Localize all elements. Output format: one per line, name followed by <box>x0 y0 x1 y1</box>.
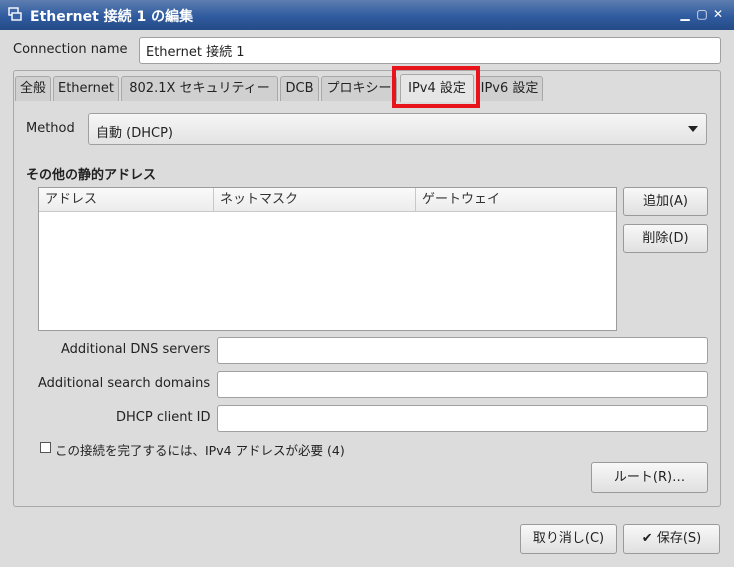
dhcp-client-id-field[interactable] <box>217 405 708 432</box>
maximize-icon[interactable]: ▢ <box>696 8 708 20</box>
method-label: Method <box>26 121 75 136</box>
network-connection-icon <box>8 7 22 21</box>
window-title: Ethernet 接続 1 の編集 <box>30 9 194 25</box>
connection-name-label: Connection name <box>13 42 128 57</box>
close-icon[interactable]: ✕ <box>712 8 724 20</box>
tab-general[interactable]: 全般 <box>15 76 51 101</box>
require-ipv4-label[interactable]: この接続を完了するには、IPv4 アドレスが必要 (4) <box>55 440 345 459</box>
titlebar[interactable]: Ethernet 接続 1 の編集 ▁ ▢ ✕ <box>0 0 734 30</box>
method-value: 自動 (DHCP) <box>96 126 173 141</box>
require-ipv4-checkbox[interactable] <box>40 442 51 453</box>
add-button[interactable]: 追加(A) <box>623 187 708 216</box>
cancel-button[interactable]: 取り消し(C) <box>520 524 617 554</box>
checkmark-icon: ✔ <box>641 531 653 546</box>
address-table[interactable]: アドレス ネットマスク ゲートウェイ <box>38 187 617 331</box>
routes-button[interactable]: ルート(R)… <box>591 462 708 493</box>
connection-name-field[interactable] <box>139 37 721 64</box>
tab-dcb[interactable]: DCB <box>280 76 319 101</box>
column-header-address[interactable]: アドレス <box>39 188 214 212</box>
method-dropdown[interactable]: 自動 (DHCP) <box>88 113 707 145</box>
save-button[interactable]: ✔ 保存(S) <box>623 524 720 554</box>
dns-servers-label: Additional DNS servers <box>61 342 211 357</box>
tab-8021x-security[interactable]: 802.1X セキュリティー <box>121 76 278 101</box>
search-domains-label: Additional search domains <box>38 376 211 391</box>
column-header-netmask[interactable]: ネットマスク <box>214 188 416 212</box>
column-header-gateway[interactable]: ゲートウェイ <box>416 188 616 212</box>
tab-proxy[interactable]: プロキシー <box>321 76 397 101</box>
section-title-static-addresses: その他の静的アドレス <box>26 168 157 183</box>
save-label: 保存(S) <box>656 531 702 546</box>
minimize-icon[interactable]: ▁ <box>679 8 691 20</box>
dropdown-arrow-icon <box>688 126 698 132</box>
tab-ipv6-settings[interactable]: IPv6 設定 <box>476 76 543 101</box>
dhcp-client-id-label: DHCP client ID <box>116 410 211 425</box>
delete-button[interactable]: 削除(D) <box>623 224 708 253</box>
search-domains-field[interactable] <box>217 371 708 398</box>
highlight-box <box>392 66 480 108</box>
dns-servers-field[interactable] <box>217 337 708 364</box>
tab-ethernet[interactable]: Ethernet <box>53 76 119 101</box>
